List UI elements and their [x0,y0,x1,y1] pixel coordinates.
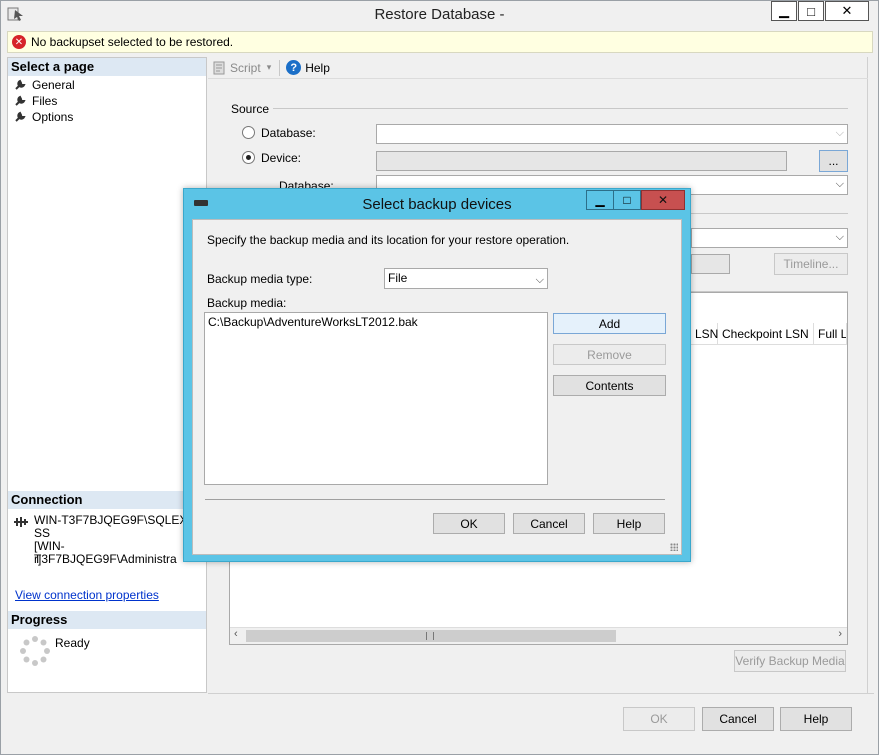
page-item-files[interactable]: Files [14,93,57,109]
page-item-options[interactable]: Options [14,109,73,125]
chevron-down-icon: ⌵ [835,178,844,190]
grid-column-full-lsn[interactable]: Full LS [814,323,847,345]
contents-button[interactable]: Contents [553,375,666,396]
dialog-title-bar: Select backup devices ▁ □ ✕ [184,189,690,217]
browse-device-button[interactable]: ... [819,150,848,172]
device-radio[interactable] [242,151,255,164]
chevron-down-icon: ⌵ [835,231,844,243]
chevron-down-icon[interactable]: ▾ [267,62,272,73]
cancel-button[interactable]: Cancel [702,707,774,731]
bottom-button-bar: OK Cancel Help [208,693,874,751]
progress-spinner-icon [20,636,50,666]
chevron-down-icon: ⌵ [535,274,544,286]
help-label: Help [305,60,330,75]
title-bar: Restore Database - ▁ □ ✕ [1,1,878,29]
list-item[interactable]: C:\Backup\AdventureWorksLT2012.bak [208,315,544,329]
progress-header: Progress [8,611,206,629]
source-database-combo[interactable]: ⌵ [376,124,848,144]
source-divider [273,108,848,109]
help-icon: ? [286,60,302,75]
error-icon: ✕ [12,35,26,49]
scrollbar-thumb[interactable] [246,630,616,642]
dialog-separator [205,499,665,500]
page-label: Files [32,94,58,108]
error-message: No backupset selected to be restored. [31,35,234,49]
dialog-close-button[interactable]: ✕ [641,190,685,210]
chevron-down-icon: ⌵ [835,127,844,139]
connection-line: WIN-T3F7BJQEG9F\SQLEXPR [34,513,205,527]
help-button[interactable]: Help [780,707,852,731]
help-button[interactable]: ? Help [286,60,330,75]
toolbar-separator [279,59,281,76]
page-label: Options [32,110,74,124]
dialog-body: Specify the backup media and its locatio… [192,219,682,555]
device-radio-label: Device: [261,151,302,165]
remove-button[interactable]: Remove [553,344,666,365]
dialog-help-button[interactable]: Help [593,513,665,534]
verify-backup-media-button[interactable]: Verify Backup Media [734,650,846,672]
dialog-ok-button[interactable]: OK [433,513,505,534]
connection-header: Connection [8,491,206,509]
window-title: Restore Database - [374,6,505,23]
select-backup-devices-dialog: Select backup devices ▁ □ ✕ Specify the … [183,188,691,562]
script-icon [213,61,225,74]
dialog-maximize-button[interactable]: □ [613,190,641,210]
scroll-left-icon[interactable]: ‹ [234,628,238,640]
restore-to-field[interactable] [691,254,730,274]
toolbar: Script ▾ ? Help [208,57,868,79]
maximize-button[interactable]: □ [798,1,824,21]
restore-to-combo[interactable]: ⌵ [691,228,848,248]
backup-media-type-value: File [388,271,408,285]
page-item-general[interactable]: General [14,77,75,93]
backup-media-label: Backup media: [207,296,287,310]
grid-column-checkpoint-lsn[interactable]: Checkpoint LSN [718,323,814,345]
wrench-icon [15,95,26,106]
minimize-button[interactable]: ▁ [771,1,797,21]
device-path-field[interactable] [376,151,787,171]
wrench-icon [15,79,26,90]
script-button[interactable]: Script ▾ [212,61,271,75]
horizontal-scrollbar[interactable]: ‹ › [230,627,847,644]
backup-media-list[interactable]: C:\Backup\AdventureWorksLT2012.bak [204,312,548,485]
backup-media-type-select[interactable]: File ⌵ [384,268,548,289]
page-label: General [32,78,75,92]
error-banner: ✕ No backupset selected to be restored. [7,31,873,53]
dialog-intro-text: Specify the backup media and its locatio… [207,233,570,247]
destination-divider [691,213,848,214]
grid-column-lsn[interactable]: LSN [691,323,718,345]
view-connection-properties-link[interactable]: View connection properties [15,588,159,602]
dialog-minimize-button[interactable]: ▁ [586,190,614,210]
database-radio-label: Database: [261,126,316,140]
close-button[interactable]: ✕ [825,1,869,21]
scroll-right-icon[interactable]: › [838,628,842,640]
select-page-header: Select a page [8,58,206,76]
left-pane: Select a page General Files Options Conn… [7,57,207,693]
database-radio[interactable] [242,126,255,139]
connection-line: r] [34,552,42,566]
backup-media-type-label: Backup media type: [207,272,313,286]
progress-status: Ready [55,636,90,650]
script-label: Script [230,60,261,75]
resize-grip-icon[interactable] [670,543,678,551]
add-button[interactable]: Add [553,313,666,334]
dialog-cancel-button[interactable]: Cancel [513,513,585,534]
connection-line: [WIN-T3F7BJQEG9F\Administra [34,539,177,566]
source-group-label: Source [231,102,270,116]
server-connection-icon [14,517,28,527]
ok-button[interactable]: OK [623,707,695,731]
wrench-icon [15,111,26,122]
grip-icon [426,632,434,640]
timeline-button[interactable]: Timeline... [774,253,848,275]
